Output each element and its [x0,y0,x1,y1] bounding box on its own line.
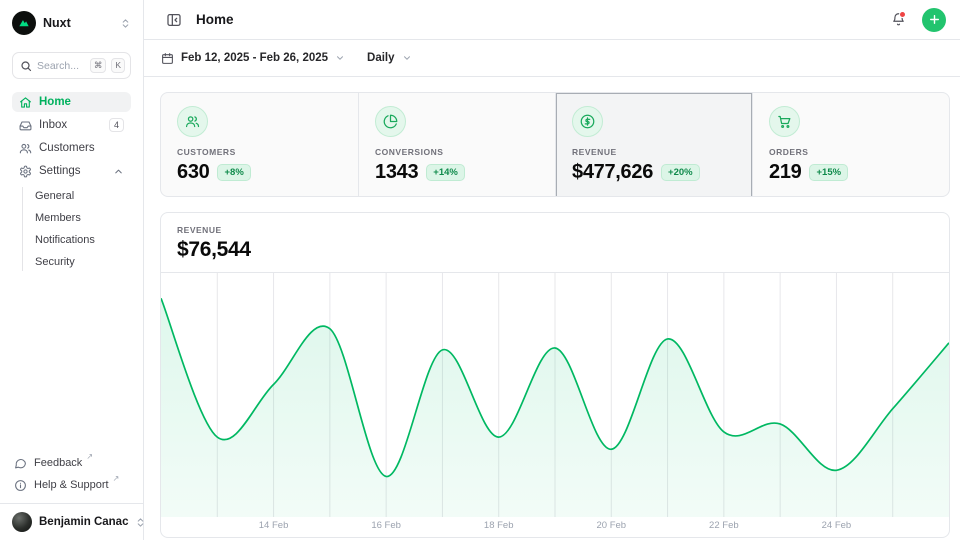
dashboard-app: Nuxt Search... ⌘ K Home [0,0,960,540]
stat-delta-badge: +20% [661,164,700,181]
page-header: Home [144,0,960,40]
sidebar-nav: Home Inbox 4 Customers Settings [12,92,131,271]
sidebar-item-general[interactable]: General [35,187,131,205]
stat-value: 219 [769,161,801,184]
stat-card-orders[interactable]: ORDERS 219 +15% [752,93,949,197]
chevron-down-icon [402,53,412,63]
chart-pie-icon [375,106,406,137]
chart-header: REVENUE $76,544 [161,213,949,273]
search-icon [20,60,32,72]
x-axis-tick: 16 Feb [371,520,401,531]
calendar-icon [161,52,174,65]
external-link-icon: ↗ [113,474,120,483]
user-name: Benjamin Canac [39,516,128,528]
stat-card-revenue[interactable]: REVENUE $477,626 +20% [555,93,752,197]
external-link-icon: ↗ [86,452,93,461]
x-axis-tick: 18 Feb [484,520,514,531]
main-area: Home Feb 12, 2025 - Feb 26, 2025 [144,0,960,540]
period-select[interactable]: Daily [367,52,412,64]
stat-label: ORDERS [769,147,933,157]
help-support-label: Help & Support [34,479,109,491]
stat-label: CONVERSIONS [375,147,539,157]
stat-value: 1343 [375,161,418,184]
collapse-sidebar-button[interactable] [161,7,187,33]
sidebar-item-label: Settings [39,165,106,177]
sidebar-item-members[interactable]: Members [35,209,131,227]
chevron-down-icon [335,53,345,63]
revenue-area-chart[interactable] [161,273,949,517]
help-support-link[interactable]: Help & Support ↗ [12,475,131,495]
sidebar-item-label: Home [39,96,124,108]
sidebar-item-home[interactable]: Home [12,92,131,112]
x-axis-tick: 22 Feb [709,520,739,531]
panel-left-close-icon [166,12,182,28]
sidebar-item-inbox[interactable]: Inbox 4 [12,115,131,135]
chevron-up-icon [113,166,124,177]
stat-delta-badge: +14% [426,164,465,181]
stat-card-conversions[interactable]: CONVERSIONS 1343 +14% [358,93,555,197]
stat-label: REVENUE [572,147,736,157]
notifications-button[interactable] [885,7,911,33]
add-button[interactable] [922,8,946,32]
settings-submenu: General Members Notifications Security [22,187,131,271]
workspace-switcher[interactable]: Nuxt [12,8,131,38]
chart-label: REVENUE [177,225,933,235]
sidebar-item-label: Customers [39,142,124,154]
sidebar-item-settings[interactable]: Settings [12,161,131,181]
sidebar-item-notifications[interactable]: Notifications [35,231,131,249]
workspace-name: Nuxt [43,16,113,30]
sidebar-item-security[interactable]: Security [35,253,131,271]
message-bubble-icon [14,457,27,470]
stat-delta-badge: +15% [809,164,848,181]
chart-canvas [161,273,949,517]
k-keycap: K [111,58,125,73]
stats-panel: CUSTOMERS 630 +8% CONVERSIONS 1343 +14% [160,92,950,197]
sidebar-item-customers[interactable]: Customers [12,138,131,158]
stat-card-customers[interactable]: CUSTOMERS 630 +8% [161,93,358,197]
content: CUSTOMERS 630 +8% CONVERSIONS 1343 +14% [144,77,960,540]
stat-value: $477,626 [572,161,653,184]
inbox-icon [19,119,32,132]
sidebar: Nuxt Search... ⌘ K Home [0,0,144,540]
revenue-chart-panel: REVENUE $76,544 14 Feb 16 Feb 18 Feb 20 Feb… [160,212,950,538]
notification-dot [899,11,906,18]
avatar [12,512,32,532]
gear-icon [19,165,32,178]
cmd-keycap: ⌘ [90,58,107,73]
x-axis-tick: 14 Feb [259,520,289,531]
sidebar-item-label: Inbox [39,119,102,131]
search-input[interactable]: Search... ⌘ K [12,52,131,79]
circle-dollar-icon [572,106,603,137]
users-icon [19,142,32,155]
users-icon [177,106,208,137]
period-label: Daily [367,52,395,64]
stat-value: 630 [177,161,209,184]
feedback-label: Feedback [34,457,82,469]
info-circle-icon [14,479,27,492]
x-axis-tick: 20 Feb [596,520,626,531]
date-range-label: Feb 12, 2025 - Feb 26, 2025 [181,52,328,64]
filters-toolbar: Feb 12, 2025 - Feb 26, 2025 Daily [144,40,960,77]
plus-icon [928,13,941,26]
feedback-link[interactable]: Feedback ↗ [12,453,131,473]
chevrons-up-down-icon [120,18,131,29]
chart-total-value: $76,544 [177,238,933,262]
home-icon [19,96,32,109]
sidebar-footer: Feedback ↗ Help & Support ↗ Benjamin Can… [12,453,131,540]
date-range-picker[interactable]: Feb 12, 2025 - Feb 26, 2025 [161,52,345,65]
shopping-cart-icon [769,106,800,137]
nuxt-logo-icon [12,11,36,35]
x-axis-tick: 24 Feb [822,520,852,531]
page-title: Home [196,12,876,27]
search-placeholder: Search... [37,60,85,72]
user-menu[interactable]: Benjamin Canac [0,503,143,540]
stat-delta-badge: +8% [217,164,250,181]
stat-label: CUSTOMERS [177,147,342,157]
inbox-count-badge: 4 [109,118,124,132]
chart-x-axis-labels: 14 Feb 16 Feb 18 Feb 20 Feb 22 Feb 24 Feb [161,517,949,537]
